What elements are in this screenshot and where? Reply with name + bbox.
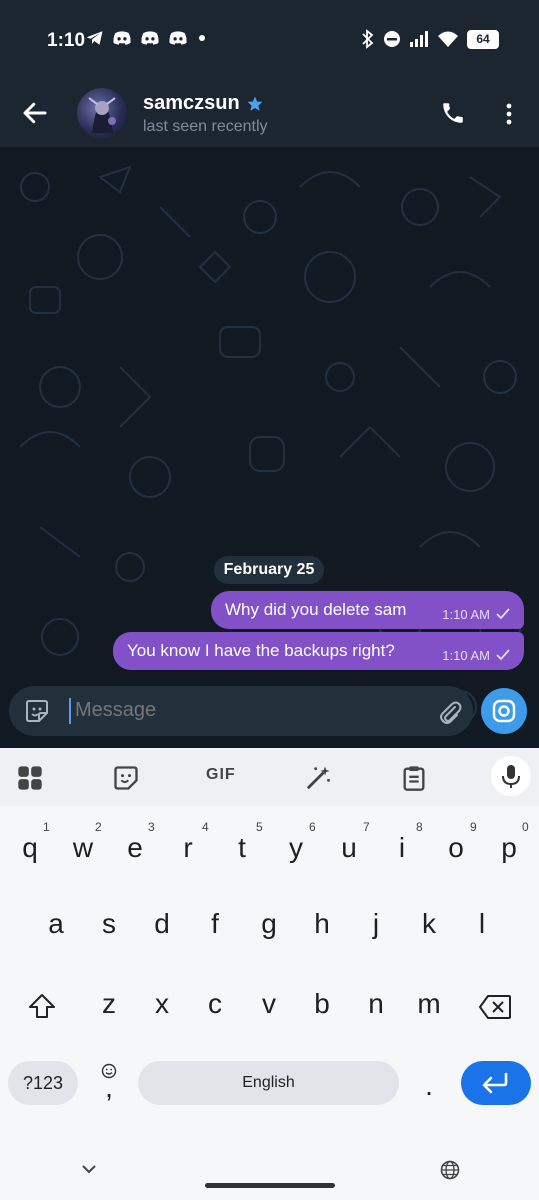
key-x[interactable]: x: [142, 988, 182, 1020]
key-w[interactable]: w: [63, 832, 103, 864]
discord-icon: [113, 31, 131, 45]
enter-key[interactable]: [461, 1061, 531, 1105]
gif-button[interactable]: GIF: [206, 766, 236, 784]
symbols-key[interactable]: ?123: [8, 1061, 78, 1105]
chat-area[interactable]: February 25 Why did you delete sam 1:10 …: [0, 147, 539, 747]
checkmark-icon: [496, 649, 510, 661]
key-d[interactable]: d: [142, 908, 182, 940]
keyboard-toolbar: GIF: [0, 748, 539, 806]
key-e[interactable]: e: [115, 832, 155, 864]
key-n[interactable]: n: [356, 988, 396, 1020]
message-bubble-outgoing[interactable]: You know I have the backups right? 1:10 …: [113, 632, 524, 670]
space-bar[interactable]: English: [138, 1061, 399, 1105]
bluetooth-icon: [362, 29, 374, 49]
back-arrow-icon[interactable]: [20, 98, 50, 128]
key-f[interactable]: f: [195, 908, 235, 940]
key-c[interactable]: c: [195, 988, 235, 1020]
mic-button[interactable]: [491, 756, 531, 796]
key-i[interactable]: i: [382, 832, 422, 864]
system-icons: 64: [361, 29, 499, 49]
status-bar: 1:10 64: [0, 0, 539, 80]
enter-icon: [482, 1072, 508, 1094]
grid-icon[interactable]: [16, 764, 44, 792]
battery-indicator: 64: [467, 29, 499, 49]
text-cursor: [69, 698, 71, 724]
key-b[interactable]: b: [302, 988, 342, 1020]
key-j[interactable]: j: [356, 908, 396, 940]
mic-icon: [502, 765, 520, 788]
verified-star-icon: [247, 96, 263, 111]
message-bubble-outgoing[interactable]: Why did you delete sam 1:10 AM: [211, 591, 524, 629]
key-u[interactable]: u: [329, 832, 369, 864]
key-g[interactable]: g: [249, 908, 289, 940]
key-a[interactable]: a: [36, 908, 76, 940]
key-l[interactable]: l: [462, 908, 502, 940]
more-vert-icon[interactable]: [501, 101, 517, 127]
avatar[interactable]: [77, 88, 127, 138]
key-v[interactable]: v: [249, 988, 289, 1020]
last-seen-status: last seen recently: [143, 118, 268, 135]
contact-name-row[interactable]: samczsun: [143, 92, 264, 115]
discord-icon: [169, 31, 187, 45]
comma-key[interactable]: ,: [89, 1072, 129, 1104]
chevron-down-icon[interactable]: [80, 1162, 98, 1176]
message-text: You know I have the backups right?: [127, 641, 395, 660]
message-meta: 1:10 AM: [442, 648, 510, 663]
magic-wand-icon[interactable]: [304, 764, 332, 792]
key-z[interactable]: z: [89, 988, 129, 1020]
chat-header: samczsun last seen recently: [0, 80, 539, 147]
message-time: 1:10 AM: [442, 606, 490, 622]
discord-icon: [141, 31, 159, 45]
key-p[interactable]: p: [489, 832, 529, 864]
key-s[interactable]: s: [89, 908, 129, 940]
message-composer: [9, 686, 473, 736]
dnd-icon: [384, 31, 400, 47]
wifi-icon: [438, 31, 458, 47]
checkmark-icon: [496, 608, 510, 620]
key-h[interactable]: h: [302, 908, 342, 940]
key-o[interactable]: o: [436, 832, 476, 864]
message-meta: 1:10 AM: [442, 607, 510, 622]
gesture-nav-bar[interactable]: [205, 1183, 335, 1188]
sticker-icon[interactable]: [23, 697, 51, 725]
dot-icon: [199, 35, 205, 41]
emoji-sticker-icon[interactable]: [112, 764, 140, 792]
phone-icon[interactable]: [440, 100, 466, 126]
attach-icon[interactable]: [437, 698, 463, 726]
notification-icons: [86, 30, 208, 46]
period-key[interactable]: .: [409, 1070, 449, 1102]
contact-name: samczsun: [143, 92, 240, 114]
date-separator: February 25: [214, 556, 324, 584]
key-r[interactable]: r: [168, 832, 208, 864]
backspace-icon[interactable]: [478, 994, 512, 1020]
key-m[interactable]: m: [409, 988, 449, 1020]
keyboard: 1 2 3 4 5 6 7 8 9 0 q w e r t y u i o p …: [0, 806, 539, 1200]
key-y[interactable]: y: [276, 832, 316, 864]
telegram-icon: [86, 31, 103, 45]
camera-icon: [492, 699, 516, 723]
shift-icon[interactable]: [27, 991, 57, 1021]
message-input[interactable]: [73, 698, 377, 723]
key-t[interactable]: t: [222, 832, 262, 864]
message-text: Why did you delete sam: [225, 600, 407, 619]
status-time: 1:10: [47, 30, 86, 51]
signal-icon: [410, 31, 428, 47]
message-time: 1:10 AM: [442, 647, 490, 663]
key-k[interactable]: k: [409, 908, 449, 940]
key-q[interactable]: q: [10, 832, 50, 864]
globe-icon[interactable]: [440, 1160, 460, 1180]
clipboard-icon[interactable]: [400, 764, 428, 792]
camera-button[interactable]: [481, 688, 527, 734]
